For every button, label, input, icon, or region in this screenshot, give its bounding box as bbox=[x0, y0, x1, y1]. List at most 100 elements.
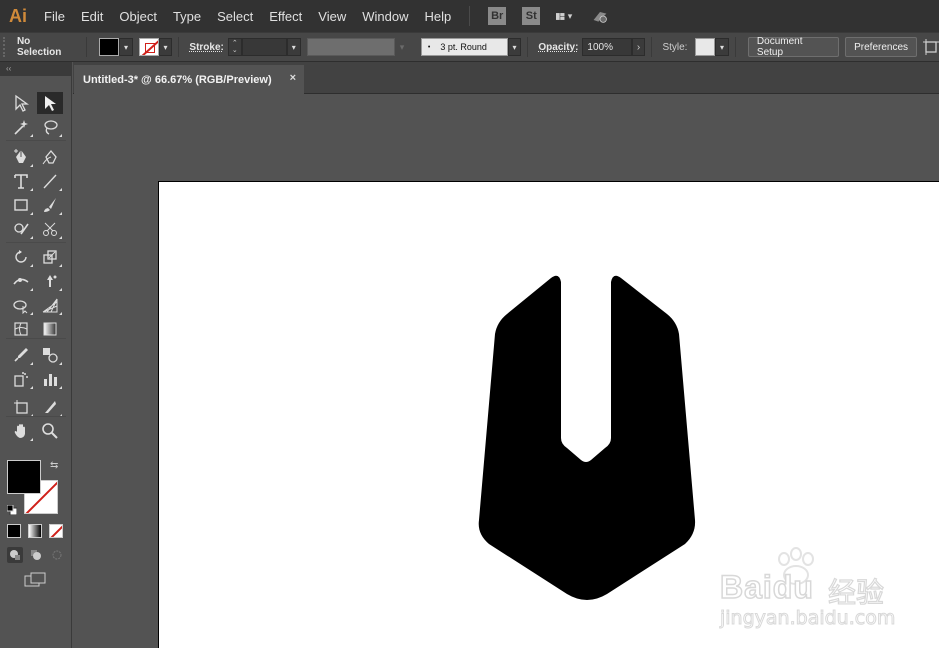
menu-file[interactable]: File bbox=[36, 0, 73, 32]
document-setup-button[interactable]: Document Setup bbox=[747, 36, 840, 58]
menu-view[interactable]: View bbox=[310, 0, 354, 32]
fill-dropdown-button[interactable]: ▾ bbox=[119, 38, 133, 56]
artboard-tool[interactable] bbox=[8, 396, 34, 418]
blend-tool[interactable] bbox=[37, 344, 63, 366]
bridge-icon[interactable]: Br bbox=[488, 7, 507, 25]
flyout-indicator bbox=[59, 362, 62, 365]
transform-icon[interactable] bbox=[923, 39, 939, 55]
selection-status: No Selection bbox=[16, 36, 62, 58]
stroke-weight-stepper[interactable]: ⌃ ⌄ bbox=[227, 38, 242, 56]
symbol-sprayer-tool[interactable] bbox=[8, 368, 34, 390]
slice-tool[interactable] bbox=[37, 396, 63, 418]
flyout-indicator bbox=[30, 236, 33, 239]
hand-tool[interactable] bbox=[8, 420, 34, 442]
fill-swatch[interactable] bbox=[99, 38, 120, 56]
stroke-label[interactable]: Stroke: bbox=[185, 42, 227, 53]
flyout-indicator bbox=[59, 386, 62, 389]
gpu-performance-icon[interactable] bbox=[592, 9, 608, 23]
scale-tool[interactable] bbox=[37, 246, 63, 268]
type-tool[interactable] bbox=[8, 170, 34, 192]
brush-dropdown[interactable]: ▾ bbox=[507, 38, 522, 56]
rectangle-tool[interactable] bbox=[8, 194, 34, 216]
menu-window[interactable]: Window bbox=[354, 0, 416, 32]
curvature-tool[interactable] bbox=[37, 146, 63, 168]
chevron-right-icon[interactable]: › bbox=[631, 38, 646, 56]
opacity-label[interactable]: Opacity: bbox=[534, 42, 582, 53]
rotate-icon bbox=[15, 250, 27, 263]
type-icon bbox=[14, 174, 28, 189]
width-tool[interactable] bbox=[8, 270, 34, 292]
watermark-cn-text: 经验 bbox=[827, 576, 885, 608]
canvas-area[interactable]: Baidu 经验 jingyan.baidu.com bbox=[73, 94, 939, 648]
stroke-weight-dropdown[interactable]: ▾ bbox=[286, 38, 301, 56]
draw-normal-icon[interactable] bbox=[7, 547, 23, 563]
column-graph-icon bbox=[44, 374, 57, 386]
black-shield-shape[interactable] bbox=[478, 275, 696, 600]
menu-edit[interactable]: Edit bbox=[73, 0, 111, 32]
swap-fill-stroke-icon[interactable]: ⇆ bbox=[50, 460, 62, 472]
direct-selection-tool[interactable] bbox=[37, 92, 63, 114]
rotate-tool[interactable] bbox=[8, 246, 34, 268]
menu-object[interactable]: Object bbox=[111, 0, 165, 32]
control-bar-grip[interactable] bbox=[3, 37, 9, 57]
scissors-icon bbox=[43, 222, 57, 236]
stroke-weight-input[interactable] bbox=[241, 38, 287, 56]
stock-icon[interactable]: St bbox=[522, 7, 541, 25]
menu-bar: Ai File Edit Object Type Select Effect View Win… bbox=[0, 0, 939, 32]
menu-effect[interactable]: Effect bbox=[261, 0, 310, 32]
screen-mode-icon[interactable] bbox=[24, 572, 48, 588]
color-mode-button[interactable] bbox=[7, 524, 21, 538]
perspective-grid-tool[interactable] bbox=[37, 294, 63, 316]
magic-wand-tool[interactable] bbox=[8, 116, 34, 138]
stroke-dropdown-button[interactable]: ▾ bbox=[158, 38, 173, 56]
tools-divider bbox=[6, 338, 66, 339]
gradient-tool[interactable] bbox=[37, 318, 63, 340]
gradient-mode-button[interactable] bbox=[28, 524, 42, 538]
tools-panel-collapse[interactable]: ‹‹ bbox=[0, 62, 71, 76]
stroke-swatch[interactable] bbox=[138, 38, 159, 56]
eyedropper-icon bbox=[14, 348, 28, 362]
line-segment-tool[interactable] bbox=[37, 170, 63, 192]
menu-help[interactable]: Help bbox=[416, 0, 459, 32]
default-fill-stroke-icon[interactable] bbox=[6, 502, 18, 516]
menu-select[interactable]: Select bbox=[209, 0, 261, 32]
pen-tool[interactable] bbox=[8, 146, 34, 168]
variable-width-profile[interactable] bbox=[306, 38, 396, 56]
draw-behind-icon[interactable] bbox=[28, 547, 44, 563]
shape-builder-tool[interactable] bbox=[8, 294, 34, 316]
preferences-button[interactable]: Preferences bbox=[845, 37, 918, 57]
menu-type[interactable]: Type bbox=[165, 0, 209, 32]
hand-icon bbox=[14, 424, 25, 438]
graphic-style-swatch[interactable] bbox=[695, 38, 716, 56]
opacity-input[interactable]: 100% bbox=[582, 38, 632, 56]
paintbrush-tool[interactable] bbox=[37, 194, 63, 216]
column-graph-tool[interactable] bbox=[37, 368, 63, 390]
app-logo: Ai bbox=[9, 5, 27, 26]
brush-definition-field[interactable]: • 3 pt. Round bbox=[420, 38, 508, 56]
chevron-down-icon: ▾ bbox=[163, 42, 168, 52]
watermark-brand-du: du bbox=[772, 568, 814, 606]
style-dropdown[interactable]: ▾ bbox=[715, 38, 729, 56]
arrange-documents-icon[interactable]: ▾ bbox=[556, 9, 572, 23]
chevron-up-icon: ⌃ bbox=[231, 40, 238, 47]
none-mode-button[interactable] bbox=[49, 524, 63, 538]
zoom-tool[interactable] bbox=[37, 420, 63, 442]
tools-panel: ‹‹ ⇆ bbox=[0, 62, 72, 648]
mesh-tool[interactable] bbox=[8, 318, 34, 340]
divider bbox=[178, 37, 180, 57]
menu-items: File Edit Object Type Select Effect View Window… bbox=[36, 0, 459, 32]
shaper-tool[interactable] bbox=[8, 218, 34, 240]
chevron-down-icon[interactable]: ▾ bbox=[395, 42, 409, 53]
eyedropper-tool[interactable] bbox=[8, 344, 34, 366]
close-icon[interactable]: × bbox=[290, 72, 296, 84]
pen-icon bbox=[14, 149, 26, 163]
menu-divider bbox=[469, 6, 471, 26]
puppet-warp-tool[interactable] bbox=[37, 270, 63, 292]
fill-color-box[interactable] bbox=[7, 460, 41, 494]
scissors-tool[interactable] bbox=[37, 218, 63, 240]
flyout-indicator bbox=[30, 134, 33, 137]
draw-inside-icon[interactable] bbox=[49, 547, 65, 563]
selection-tool[interactable] bbox=[8, 92, 34, 114]
lasso-tool[interactable] bbox=[37, 116, 63, 138]
document-tab[interactable]: Untitled-3* @ 66.67% (RGB/Preview) × bbox=[74, 65, 304, 94]
